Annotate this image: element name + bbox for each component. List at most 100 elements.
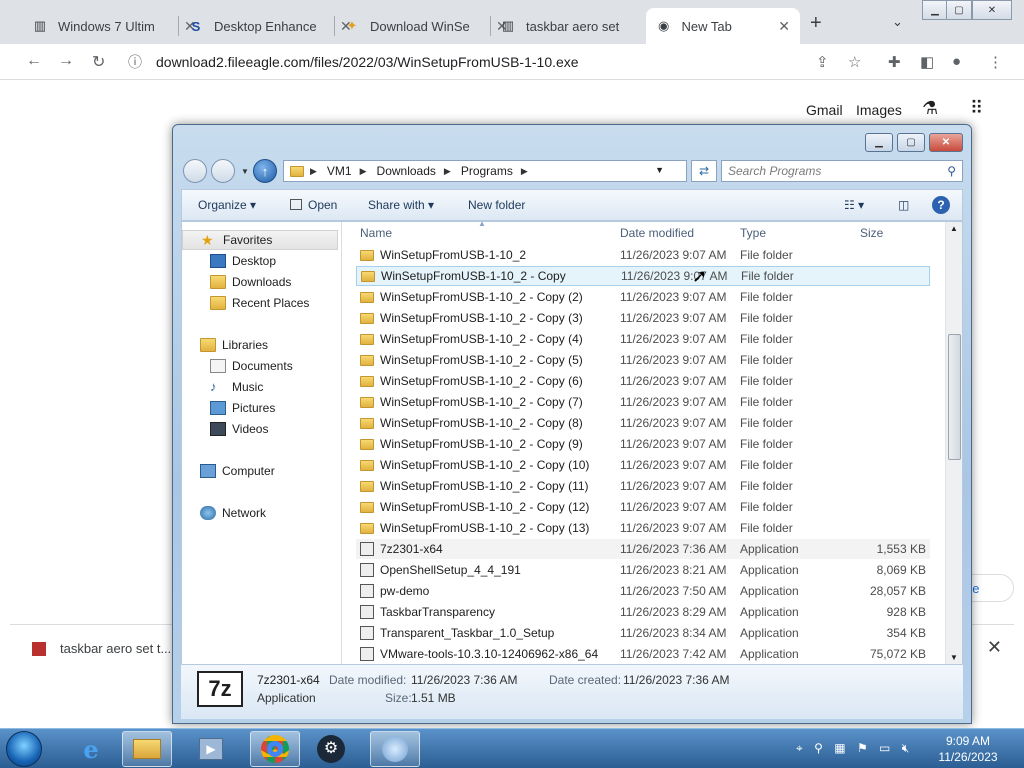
table-row[interactable]: WinSetupFromUSB-1-10_2 - Copy 11/26/2023 …	[356, 266, 930, 286]
gmail-link[interactable]: Gmail	[806, 102, 843, 118]
table-row[interactable]: WinSetupFromUSB-1-10_2 - Copy (4) 11/26/2…	[356, 329, 930, 349]
breadcrumb-arrow-icon[interactable]: ▶	[360, 166, 367, 177]
maximize-icon[interactable]: ▢	[946, 0, 972, 20]
new-folder-button[interactable]: New folder	[468, 198, 525, 212]
tab-new-tab[interactable]: ◉ New Tab ✕	[646, 8, 800, 44]
address-breadcrumb[interactable]: ▶ VM1 ▶ Downloads ▶ Programs ▶ ▼	[283, 160, 687, 182]
labs-flask-icon[interactable]: ⚗	[922, 98, 938, 119]
forward-icon[interactable]	[211, 159, 235, 183]
display-tray-icon[interactable]: ▭	[879, 741, 890, 755]
download-item[interactable]: taskbar aero set t...	[32, 641, 171, 656]
scroll-down-icon[interactable]: ▼	[950, 653, 958, 662]
nav-favorites[interactable]: ★ Favorites	[182, 230, 338, 250]
close-icon[interactable]: ✕	[778, 18, 790, 35]
images-link[interactable]: Images	[856, 102, 902, 118]
column-header-date[interactable]: Date modified	[620, 226, 694, 240]
table-row[interactable]: WinSetupFromUSB-1-10_2 - Copy (12) 11/26/…	[356, 497, 930, 517]
open-button[interactable]: Open	[290, 198, 337, 212]
breadcrumb-arrow-icon[interactable]: ▶	[444, 166, 451, 177]
file-explorer-icon[interactable]	[122, 731, 172, 767]
recent-pages-chevron-icon[interactable]: ▼	[241, 167, 249, 176]
table-row[interactable]: WinSetupFromUSB-1-10_2 - Copy (5) 11/26/2…	[356, 350, 930, 370]
pinned-app-icon[interactable]	[370, 731, 420, 767]
flag-tray-icon[interactable]: ⚑	[857, 741, 868, 755]
table-row[interactable]: Transparent_Taskbar_1.0_Setup 11/26/2023 …	[356, 623, 930, 643]
scroll-up-icon[interactable]: ▲	[950, 224, 958, 233]
crumb-vm1[interactable]: VM1	[327, 164, 352, 178]
internet-explorer-icon[interactable]: e	[66, 731, 116, 767]
table-row[interactable]: WinSetupFromUSB-1-10_2 - Copy (9) 11/26/2…	[356, 434, 930, 454]
maximize-icon[interactable]: ▢	[897, 133, 925, 152]
table-row[interactable]: WinSetupFromUSB-1-10_2 - Copy (10) 11/26/…	[356, 455, 930, 475]
close-icon[interactable]: ✕	[987, 637, 1002, 658]
share-icon[interactable]: ⇪	[816, 53, 829, 71]
scrollbar-thumb[interactable]	[948, 334, 961, 460]
table-row[interactable]: WinSetupFromUSB-1-10_2 - Copy (2) 11/26/2…	[356, 287, 930, 307]
preview-pane-icon[interactable]: ◫	[898, 198, 909, 212]
nav-music[interactable]: ♪ Music	[210, 380, 263, 395]
info-icon[interactable]: ⓘ	[128, 52, 142, 72]
search-input[interactable]: Search Programs ⚲	[721, 160, 963, 182]
table-row[interactable]: 7z2301-x64 11/26/2023 7:36 AM Application 1…	[356, 539, 930, 559]
chevron-down-icon[interactable]: ▼	[655, 165, 664, 175]
organize-button[interactable]: Organize ▾	[198, 198, 256, 212]
back-icon[interactable]	[183, 159, 207, 183]
start-button[interactable]	[6, 731, 42, 767]
nav-recent-places[interactable]: Recent Places	[210, 296, 309, 310]
nav-computer[interactable]: Computer	[200, 464, 275, 478]
nav-documents[interactable]: Documents	[210, 359, 293, 373]
table-row[interactable]: WinSetupFromUSB-1-10_2 - Copy (13) 11/26/…	[356, 518, 930, 538]
app-tray-icon[interactable]: ▦	[834, 741, 845, 755]
bookmark-star-icon[interactable]: ☆	[848, 53, 861, 71]
nav-downloads[interactable]: Downloads	[210, 275, 291, 289]
table-row[interactable]: WinSetupFromUSB-1-10_2 - Copy (6) 11/26/2…	[356, 371, 930, 391]
volume-muted-icon[interactable]: 🔇︎	[902, 741, 910, 755]
breadcrumb-arrow-icon[interactable]: ▶	[310, 166, 317, 177]
crumb-programs[interactable]: Programs	[461, 164, 513, 178]
table-row[interactable]: WinSetupFromUSB-1-10_2 - Copy (3) 11/26/2…	[356, 308, 930, 328]
media-player-icon[interactable]: ▶	[186, 731, 236, 767]
table-row[interactable]: pw-demo 11/26/2023 7:50 AM Application 28,0…	[356, 581, 930, 601]
column-header-size[interactable]: Size	[860, 226, 883, 240]
search-tray-icon[interactable]: ⚲	[814, 741, 823, 755]
profile-avatar-icon[interactable]: ●	[952, 53, 961, 70]
chevron-down-icon[interactable]: ⌄	[892, 14, 903, 30]
address-bar[interactable]: ⓘ download2.fileeagle.com/files/2022/03/…	[120, 48, 900, 76]
new-tab-icon[interactable]: +	[810, 12, 822, 35]
nav-network[interactable]: Network	[200, 506, 266, 520]
column-header-name[interactable]: Name	[360, 226, 392, 240]
chrome-taskbar-icon[interactable]	[250, 731, 300, 767]
help-icon[interactable]: ?	[932, 196, 950, 214]
nav-videos[interactable]: Videos	[210, 422, 268, 436]
breadcrumb-arrow-icon[interactable]: ▶	[521, 166, 528, 177]
reload-icon[interactable]: ↻	[92, 52, 105, 72]
nav-desktop[interactable]: Desktop	[210, 254, 276, 268]
crumb-downloads[interactable]: Downloads	[377, 164, 436, 178]
column-header-type[interactable]: Type	[740, 226, 766, 240]
close-window-icon[interactable]: ✕	[929, 133, 963, 152]
search-icon[interactable]: ⚲	[947, 161, 956, 181]
table-row[interactable]: WinSetupFromUSB-1-10_2 - Copy (8) 11/26/2…	[356, 413, 930, 433]
table-row[interactable]: VMware-tools-10.3.10-12406962-x86_64 11/2…	[356, 644, 930, 664]
vertical-scrollbar[interactable]: ▲ ▼	[945, 222, 962, 664]
steam-icon[interactable]: ⚙	[306, 731, 356, 767]
refresh-icon[interactable]: ⇄	[691, 160, 717, 182]
view-options-icon[interactable]: ☷ ▾	[844, 198, 864, 212]
minimize-icon[interactable]: ▁	[922, 0, 948, 20]
extensions-icon[interactable]: ✚	[888, 53, 901, 71]
forward-icon[interactable]: →	[58, 52, 74, 70]
table-row[interactable]: TaskbarTransparency 11/26/2023 8:29 AM App…	[356, 602, 930, 622]
back-icon[interactable]: ←	[26, 52, 42, 70]
table-row[interactable]: WinSetupFromUSB-1-10_2 11/26/2023 9:07 AM…	[356, 245, 930, 265]
share-with-button[interactable]: Share with ▾	[368, 198, 434, 212]
table-row[interactable]: WinSetupFromUSB-1-10_2 - Copy (7) 11/26/2…	[356, 392, 930, 412]
table-row[interactable]: WinSetupFromUSB-1-10_2 - Copy (11) 11/26/…	[356, 476, 930, 496]
table-row[interactable]: OpenShellSetup_4_4_191 11/26/2023 8:21 AM…	[356, 560, 930, 580]
menu-kebab-icon[interactable]: ⋮	[988, 53, 1003, 71]
clock[interactable]: 9:09 AM 11/26/2023	[928, 733, 1008, 765]
apps-grid-icon[interactable]: ⠿	[970, 98, 983, 119]
close-window-icon[interactable]: ✕	[972, 0, 1012, 20]
up-folder-icon[interactable]: ↑	[253, 159, 277, 183]
nav-pictures[interactable]: Pictures	[210, 401, 275, 415]
nav-libraries[interactable]: Libraries	[200, 338, 268, 352]
